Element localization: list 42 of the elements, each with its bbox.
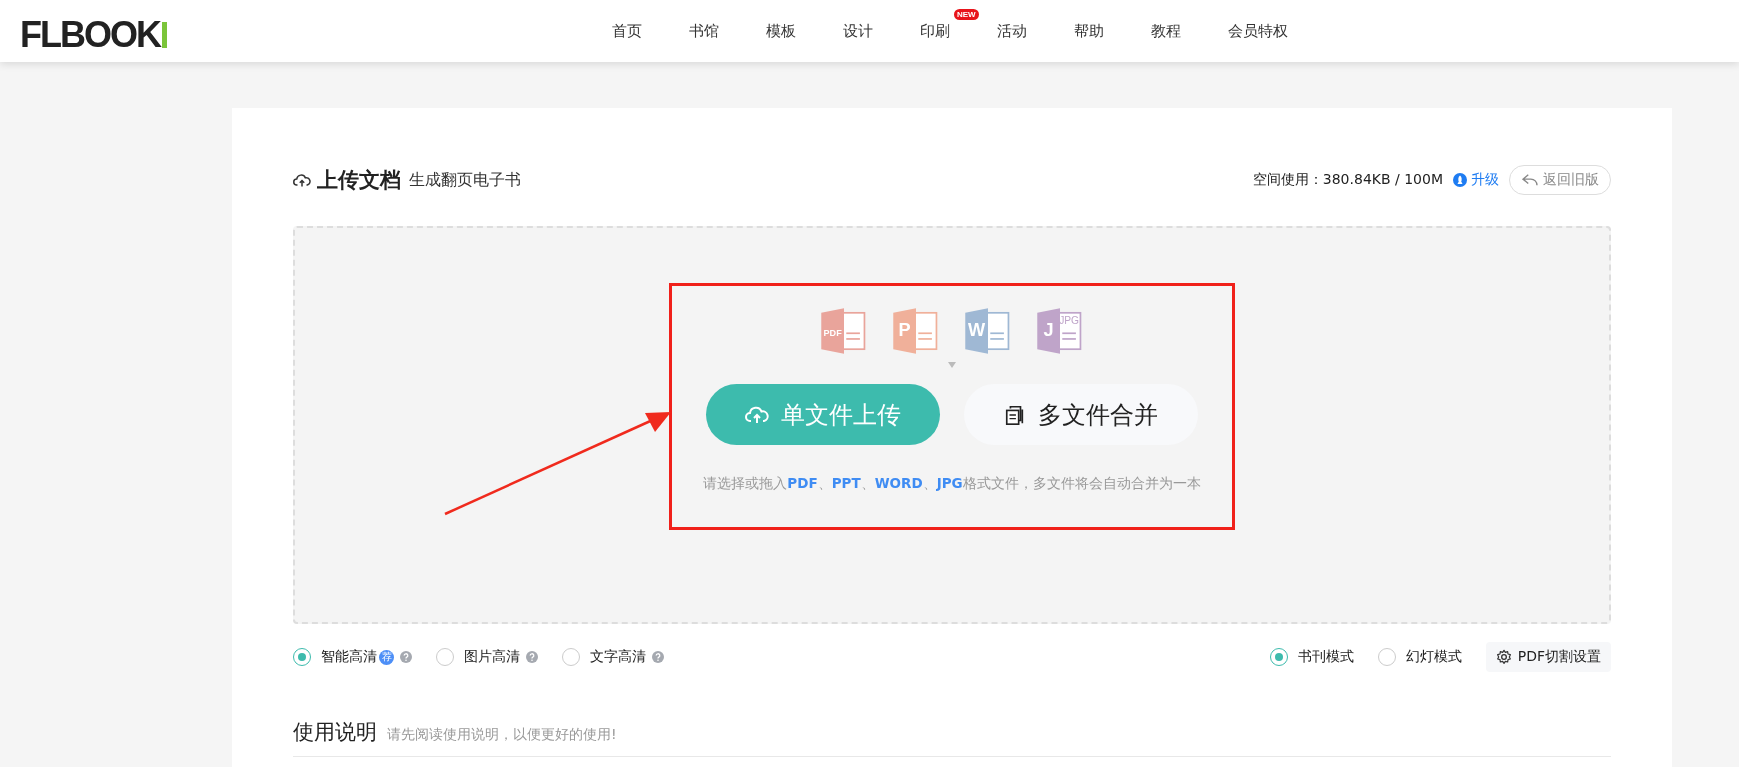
- page-title: 上传文档: [317, 167, 401, 194]
- nav-link[interactable]: 设计: [843, 21, 873, 40]
- settings-icon: [1495, 649, 1512, 665]
- radio-label: 图片高清: [464, 648, 520, 666]
- help-icon[interactable]: [526, 651, 538, 663]
- pdf-split-settings-button[interactable]: PDF切割设置: [1485, 642, 1611, 672]
- nav-link[interactable]: 模板: [766, 21, 796, 40]
- cloud-upload-icon: [745, 404, 769, 425]
- nav-link[interactable]: 会员特权: [1228, 21, 1288, 40]
- new-badge: NEW: [954, 8, 979, 20]
- nav-link[interactable]: 首页: [612, 21, 642, 40]
- page-subtitle: 生成翻页电子书: [409, 169, 521, 191]
- reply-arrow-icon: [1521, 173, 1539, 187]
- radio-label: 智能高清: [321, 648, 377, 666]
- upgrade-link[interactable]: 升级: [1471, 171, 1499, 189]
- radio-button[interactable]: [1377, 648, 1396, 666]
- radio-button[interactable]: [293, 648, 311, 666]
- nav-link[interactable]: 教程: [1151, 21, 1181, 40]
- help-icon[interactable]: [400, 651, 412, 663]
- multi-file-merge-button[interactable]: 多文件合并: [964, 384, 1198, 445]
- documents-icon: [1004, 403, 1026, 426]
- drop-zone[interactable]: PDF P W J JPG 单文件上传 多文件合并 请选择或拖入PDF、PPT、WORD、JPG格式文件，多文件将会自动合并为一本: [293, 226, 1611, 624]
- upload-hint: 请选择或拖入PDF、PPT、WORD、JPG格式文件，多文件将会自动合并为一本: [703, 475, 1201, 493]
- recommend-badge: 荐: [379, 649, 394, 665]
- nav-link[interactable]: 帮助: [1074, 21, 1104, 40]
- radio-button[interactable]: [1269, 648, 1288, 666]
- storage-usage: 空间使用：380.84KB / 100M: [1252, 171, 1443, 189]
- radio-label: 幻灯模式: [1405, 648, 1462, 666]
- radio-label: 文字高清: [590, 648, 646, 666]
- nav-link[interactable]: 印刷: [920, 21, 950, 40]
- nav-link[interactable]: 书馆: [689, 21, 719, 40]
- radio-label: 书刊模式: [1297, 648, 1354, 666]
- cloud-upload-icon: [293, 172, 311, 188]
- radio-button[interactable]: [562, 648, 580, 666]
- radio-button[interactable]: [436, 648, 454, 666]
- section-title: 使用说明: [293, 719, 377, 746]
- logo[interactable]: FLBOOK: [20, 14, 167, 56]
- back-button[interactable]: 返回旧版: [1509, 165, 1611, 195]
- dropdown-caret-icon: [948, 362, 956, 368]
- nav-link[interactable]: 活动: [997, 21, 1027, 40]
- help-icon[interactable]: [652, 651, 664, 663]
- section-subtitle: 请先阅读使用说明，以便更好的使用!: [387, 726, 617, 744]
